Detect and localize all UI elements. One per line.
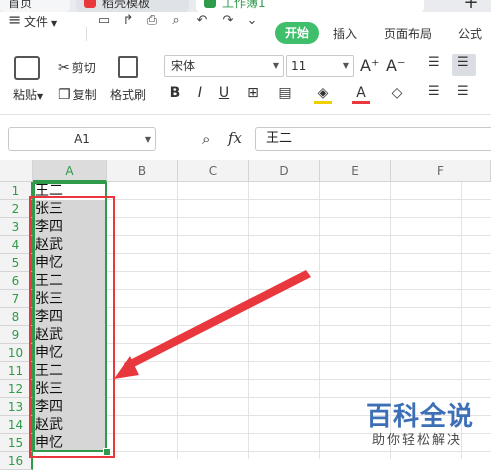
annotation-arrow — [114, 270, 311, 379]
arrow-shaft — [124, 270, 311, 370]
watermark-title: 百科全说 — [366, 402, 475, 432]
watermark-subtitle: 助你轻松解决 — [372, 433, 463, 448]
